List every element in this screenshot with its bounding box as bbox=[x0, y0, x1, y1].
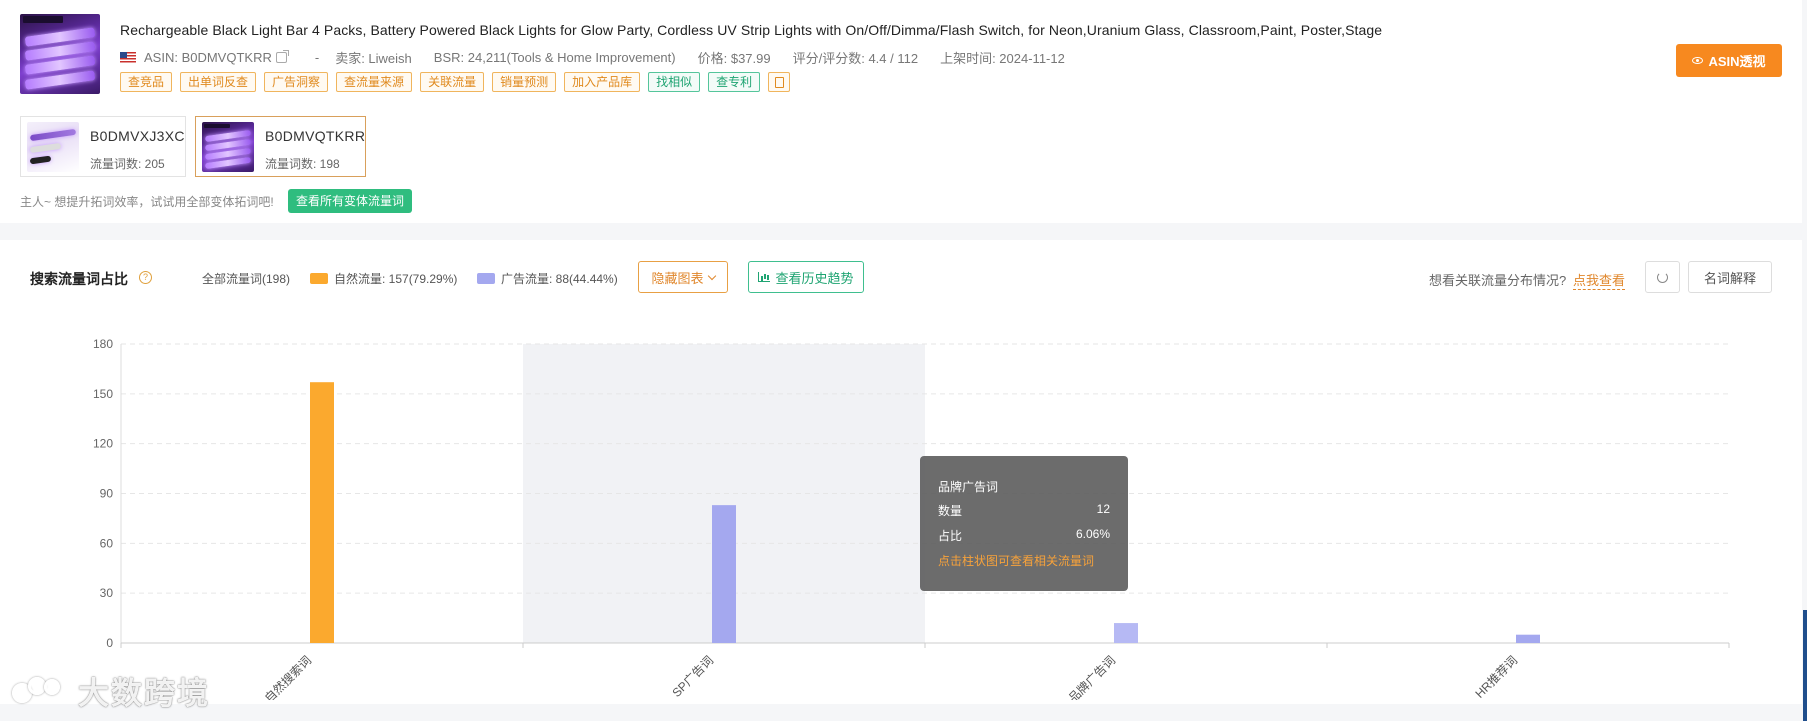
variant-image bbox=[202, 122, 254, 172]
bar-2 bbox=[712, 505, 736, 643]
watermark: 大数跨境 bbox=[10, 668, 210, 713]
glossary-button[interactable]: 名词解释 bbox=[1688, 261, 1772, 293]
tag-ad-insight[interactable]: 广告洞察 bbox=[264, 72, 329, 92]
product-title[interactable]: Rechargeable Black Light Bar 4 Packs, Ba… bbox=[120, 22, 1382, 38]
legend-all-keywords[interactable]: 全部流量词(198) bbox=[202, 270, 290, 287]
bar-4 bbox=[1516, 634, 1540, 643]
tooltip-ratio-row: 占比 6.06% bbox=[938, 527, 1110, 544]
asin-label: ASIN: B0DMVQTKRR bbox=[144, 50, 272, 65]
legend-ad-label: 广告流量: 88(44.44%) bbox=[501, 272, 618, 286]
tooltip-count-label: 数量 bbox=[938, 504, 963, 518]
variant-keyword-count: 流量词数: 198 bbox=[265, 157, 340, 171]
tooltip-ratio-label: 占比 bbox=[938, 529, 963, 543]
tag-competitors[interactable]: 查竞品 bbox=[120, 72, 173, 92]
y-tick-label: 60 bbox=[100, 536, 114, 550]
calculator-icon[interactable] bbox=[768, 72, 791, 92]
bar-3 bbox=[1114, 623, 1138, 643]
chart-title: 搜索流量词占比 bbox=[30, 271, 128, 287]
variant-image bbox=[27, 122, 79, 172]
variant-asin: B0DMVQTKRR bbox=[265, 128, 366, 144]
refresh-icon bbox=[1657, 271, 1668, 283]
legend-all-label: 全部流量词(198) bbox=[202, 272, 291, 286]
history-trend-label: 查看历史趋势 bbox=[775, 270, 854, 286]
variant-hint: 主人~ 想提升拓词效率，试试用全部变体拓词吧! bbox=[20, 195, 274, 209]
eye-icon bbox=[1692, 57, 1704, 64]
tag-find-similar[interactable]: 找相似 bbox=[648, 72, 701, 92]
hide-chart-label: 隐藏图表 bbox=[651, 270, 704, 286]
tag-traffic-source[interactable]: 查流量来源 bbox=[336, 72, 413, 92]
bar-1 bbox=[310, 382, 334, 643]
tag-related-traffic[interactable]: 关联流量 bbox=[420, 72, 485, 92]
y-tick-label: 90 bbox=[100, 487, 114, 501]
variant-asin: B0DMVXJ3XC bbox=[90, 128, 185, 144]
tooltip-count-row: 数量 12 bbox=[938, 502, 1110, 519]
chart-tooltip: 品牌广告词 数量 12 占比 6.06% 点击柱状图可查看相关流量词 bbox=[920, 456, 1128, 591]
x-category-label: 品牌广告词 bbox=[1066, 653, 1118, 700]
legend-ad-swatch bbox=[477, 273, 495, 284]
product-image[interactable] bbox=[20, 14, 100, 94]
chevron-down-icon bbox=[707, 271, 716, 280]
y-tick-label: 180 bbox=[93, 337, 113, 351]
scroll-edge bbox=[1803, 610, 1807, 721]
watermark-logo-icon bbox=[10, 673, 68, 709]
us-flag-icon bbox=[120, 52, 136, 63]
history-trend-button[interactable]: 查看历史趋势 bbox=[748, 261, 864, 293]
refresh-button[interactable] bbox=[1645, 261, 1680, 293]
variant-card[interactable]: B0DMVXJ3XC 流量词数: 205 bbox=[20, 116, 186, 177]
tag-add-to-library[interactable]: 加入产品库 bbox=[564, 72, 641, 92]
legend-ad[interactable]: 广告流量: 88(44.44%) bbox=[477, 270, 618, 287]
view-all-variant-keywords-button[interactable]: 查看所有变体流量词 bbox=[288, 189, 413, 213]
tooltip-title: 品牌广告词 bbox=[938, 480, 999, 494]
page-background bbox=[0, 704, 1807, 721]
price-label: 价格: $37.99 bbox=[697, 51, 771, 66]
tag-reverse-keywords[interactable]: 出单词反查 bbox=[180, 72, 257, 92]
bar-chart: 0 30 60 90 120 150 180 自然搜索词 SP广告词 品牌广告词 HR推荐词 bbox=[93, 337, 1730, 700]
watermark-text: 大数跨境 bbox=[78, 676, 210, 711]
y-tick-label: 120 bbox=[93, 437, 113, 451]
bar-chart-icon bbox=[758, 272, 771, 282]
hide-chart-button[interactable]: 隐藏图表 bbox=[638, 261, 728, 293]
asin-insight-label: ASIN透视 bbox=[1708, 54, 1766, 69]
variant-keyword-count: 流量词数: 205 bbox=[90, 157, 165, 171]
external-link-icon[interactable] bbox=[275, 50, 289, 63]
legend-natural-label: 自然流量: 157(79.29%) bbox=[334, 272, 458, 286]
separator: - bbox=[314, 50, 320, 65]
variant-card-active[interactable]: B0DMVQTKRR 流量词数: 198 bbox=[195, 116, 366, 177]
tooltip-link[interactable]: 点击柱状图可查看相关流量词 bbox=[938, 552, 1094, 569]
asin-insight-button[interactable]: ASIN透视 bbox=[1676, 44, 1782, 77]
related-traffic-question: 想看关联流量分布情况? bbox=[1429, 273, 1567, 288]
x-category-label: SP广告词 bbox=[669, 653, 716, 700]
tooltip-ratio-value: 6.06% bbox=[1075, 527, 1110, 541]
bsr-label: BSR: 24,211(Tools & Home Improvement) bbox=[433, 50, 676, 65]
y-tick-label: 0 bbox=[106, 636, 113, 650]
legend-natural-swatch bbox=[310, 273, 328, 284]
y-tick-label: 30 bbox=[100, 586, 114, 600]
x-category-label: HR推荐词 bbox=[1473, 653, 1521, 700]
tag-sales-forecast[interactable]: 销量预测 bbox=[492, 72, 557, 92]
tooltip-count-value: 12 bbox=[1096, 502, 1110, 516]
tag-patent-check[interactable]: 查专利 bbox=[708, 72, 761, 92]
help-icon[interactable]: ? bbox=[139, 271, 152, 284]
related-traffic-link[interactable]: 点我查看 bbox=[1573, 270, 1626, 290]
listed-date-label: 上架时间: 2024-11-12 bbox=[940, 51, 1065, 66]
y-tick-label: 150 bbox=[93, 387, 113, 401]
rating-label: 评分/评分数: 4.4 / 112 bbox=[792, 51, 919, 66]
product-meta: ASIN: B0DMVQTKRR - 卖家: Liweish BSR: 24,2… bbox=[120, 48, 1087, 67]
x-category-label: 自然搜索词 bbox=[261, 653, 314, 700]
action-tags: 查竞品 出单词反查 广告洞察 查流量来源 关联流量 销量预测 加入产品库 找相似… bbox=[120, 72, 791, 92]
seller-label: 卖家: Liweish bbox=[335, 51, 412, 66]
legend-natural[interactable]: 自然流量: 157(79.29%) bbox=[310, 270, 457, 287]
